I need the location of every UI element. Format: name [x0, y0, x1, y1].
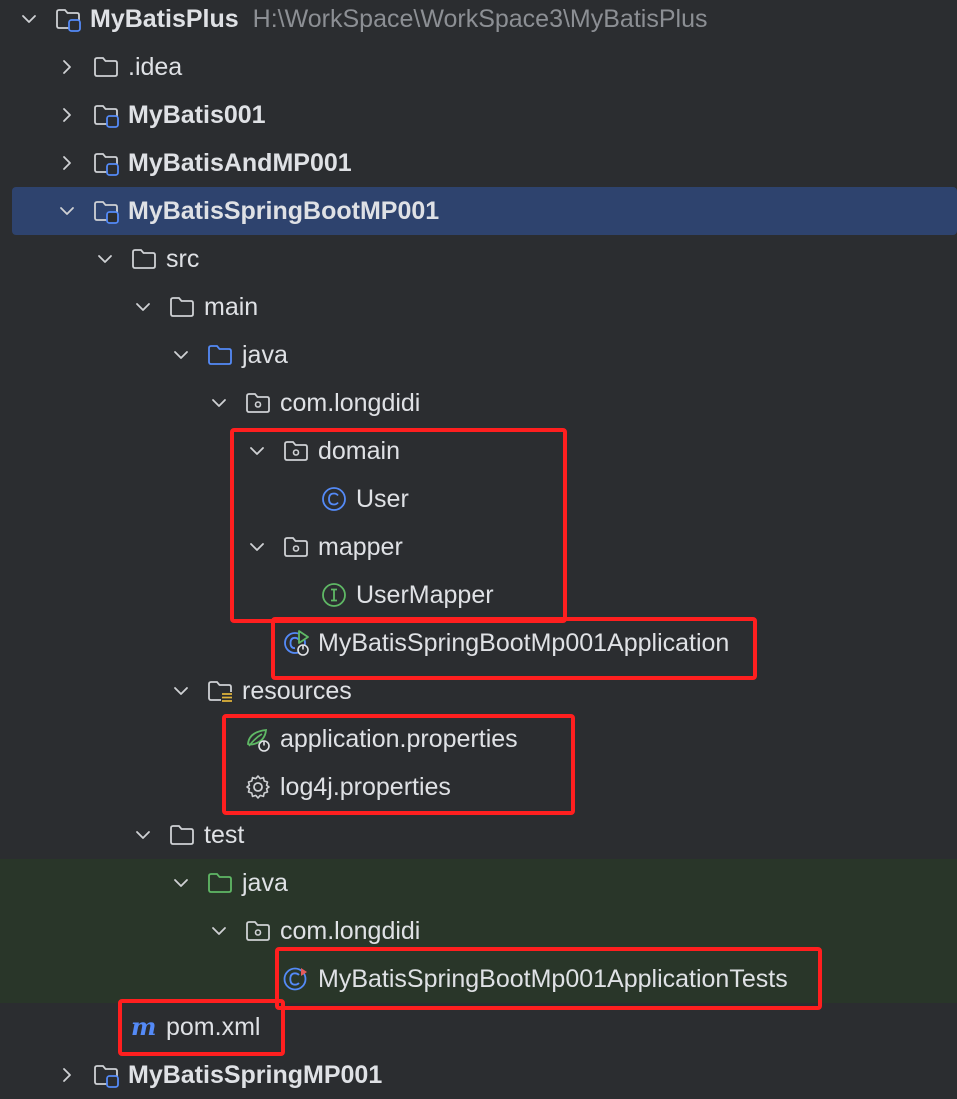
interface-icon — [320, 581, 348, 609]
folder-icon — [168, 821, 196, 849]
tree-item-pom[interactable]: pom.xml — [0, 1003, 957, 1051]
spring-leaf-icon — [244, 725, 272, 753]
class-icon — [320, 485, 348, 513]
chevron-down-icon[interactable] — [246, 440, 268, 462]
tree-item-application-class[interactable]: MyBatisSpringBootMp001Application — [0, 619, 957, 667]
tree-item-main-package[interactable]: com.longdidi — [0, 379, 957, 427]
tree-item-label: MyBatisSpringBootMp001ApplicationTests — [318, 964, 788, 993]
module-folder-icon — [92, 101, 120, 129]
tree-item-main[interactable]: main — [0, 283, 957, 331]
project-name: MyBatisPlus — [90, 4, 239, 33]
tree-item-label: pom.xml — [166, 1012, 261, 1041]
tree-item-application-properties[interactable]: application.properties — [0, 715, 957, 763]
source-folder-icon — [206, 341, 234, 369]
chevron-down-icon[interactable] — [170, 872, 192, 894]
resources-folder-icon — [206, 677, 234, 705]
test-folder-icon — [206, 869, 234, 897]
chevron-down-icon[interactable] — [56, 200, 78, 222]
package-icon — [244, 389, 272, 417]
module-folder-icon — [92, 149, 120, 177]
chevron-down-icon[interactable] — [132, 824, 154, 846]
tree-item-label: java — [242, 340, 288, 369]
tree-item-springbootmp001[interactable]: MyBatisSpringBootMP001 — [12, 187, 957, 235]
module-folder-icon — [92, 1061, 120, 1089]
maven-icon — [130, 1013, 158, 1041]
folder-icon — [92, 53, 120, 81]
chevron-down-icon[interactable] — [94, 248, 116, 270]
chevron-right-icon[interactable] — [56, 56, 78, 78]
chevron-down-icon[interactable] — [246, 536, 268, 558]
project-tree: MyBatisPlus H:\WorkSpace\WorkSpace3\MyBa… — [0, 0, 957, 1093]
chevron-right-icon[interactable] — [56, 152, 78, 174]
tree-item-label: main — [204, 292, 259, 321]
tree-item-label: MyBatisSpringMP001 — [128, 1060, 383, 1089]
tree-item-idea[interactable]: .idea — [0, 43, 957, 91]
spring-boot-app-icon — [282, 629, 310, 657]
chevron-down-icon[interactable] — [208, 392, 230, 414]
chevron-down-icon[interactable] — [208, 920, 230, 942]
chevron-right-icon[interactable] — [56, 104, 78, 126]
tree-item-src[interactable]: src — [0, 235, 957, 283]
package-icon — [282, 437, 310, 465]
package-icon — [282, 533, 310, 561]
tree-item-label: resources — [242, 676, 352, 705]
tree-item-label: com.longdidi — [280, 916, 421, 945]
tree-item-label: src — [166, 244, 200, 273]
project-path: H:\WorkSpace\WorkSpace3\MyBatisPlus — [252, 4, 708, 33]
tree-item-label: test — [204, 820, 245, 849]
tree-item-label: com.longdidi — [280, 388, 421, 417]
tree-item-label: .idea — [128, 52, 183, 81]
module-folder-icon — [54, 5, 82, 33]
folder-icon — [168, 293, 196, 321]
tree-item-test-package[interactable]: com.longdidi — [0, 907, 957, 955]
tree-item-springmp001[interactable]: MyBatisSpringMP001 — [0, 1051, 957, 1099]
tree-item-test-java[interactable]: java — [0, 859, 957, 907]
tree-item-mybatis001[interactable]: MyBatis001 — [0, 91, 957, 139]
folder-icon — [130, 245, 158, 273]
tree-item-label: MyBatisSpringBootMP001 — [128, 196, 440, 225]
tree-item-log4j-properties[interactable]: log4j.properties — [0, 763, 957, 811]
tree-item-usermapper[interactable]: UserMapper — [0, 571, 957, 619]
gear-icon — [244, 773, 272, 801]
tree-item-label: UserMapper — [356, 580, 494, 609]
tree-item-project-root[interactable]: MyBatisPlus H:\WorkSpace\WorkSpace3\MyBa… — [0, 0, 957, 43]
chevron-down-icon[interactable] — [18, 8, 40, 30]
tree-item-tests-class[interactable]: MyBatisSpringBootMp001ApplicationTests — [0, 955, 957, 1003]
chevron-right-icon[interactable] — [56, 1064, 78, 1086]
tree-item-label: java — [242, 868, 288, 897]
tree-item-main-java[interactable]: java — [0, 331, 957, 379]
tree-item-label: mapper — [318, 532, 403, 561]
tree-item-label: log4j.properties — [280, 772, 451, 801]
tree-item-user[interactable]: User — [0, 475, 957, 523]
tree-item-label: application.properties — [280, 724, 518, 753]
chevron-down-icon[interactable] — [170, 344, 192, 366]
module-folder-icon — [92, 197, 120, 225]
chevron-down-icon[interactable] — [132, 296, 154, 318]
tree-item-label: MyBatisSpringBootMp001Application — [318, 628, 730, 657]
package-icon — [244, 917, 272, 945]
tree-item-domain[interactable]: domain — [0, 427, 957, 475]
chevron-down-icon[interactable] — [170, 680, 192, 702]
tree-item-label: MyBatis001 — [128, 100, 266, 129]
tree-item-mapper[interactable]: mapper — [0, 523, 957, 571]
tree-item-test[interactable]: test — [0, 811, 957, 859]
tree-item-label: domain — [318, 436, 400, 465]
tree-item-label: User — [356, 484, 409, 513]
tree-item-resources[interactable]: resources — [0, 667, 957, 715]
tree-item-label: MyBatisAndMP001 — [128, 148, 352, 177]
tree-item-mybatisandmp001[interactable]: MyBatisAndMP001 — [0, 139, 957, 187]
test-class-icon — [282, 965, 310, 993]
